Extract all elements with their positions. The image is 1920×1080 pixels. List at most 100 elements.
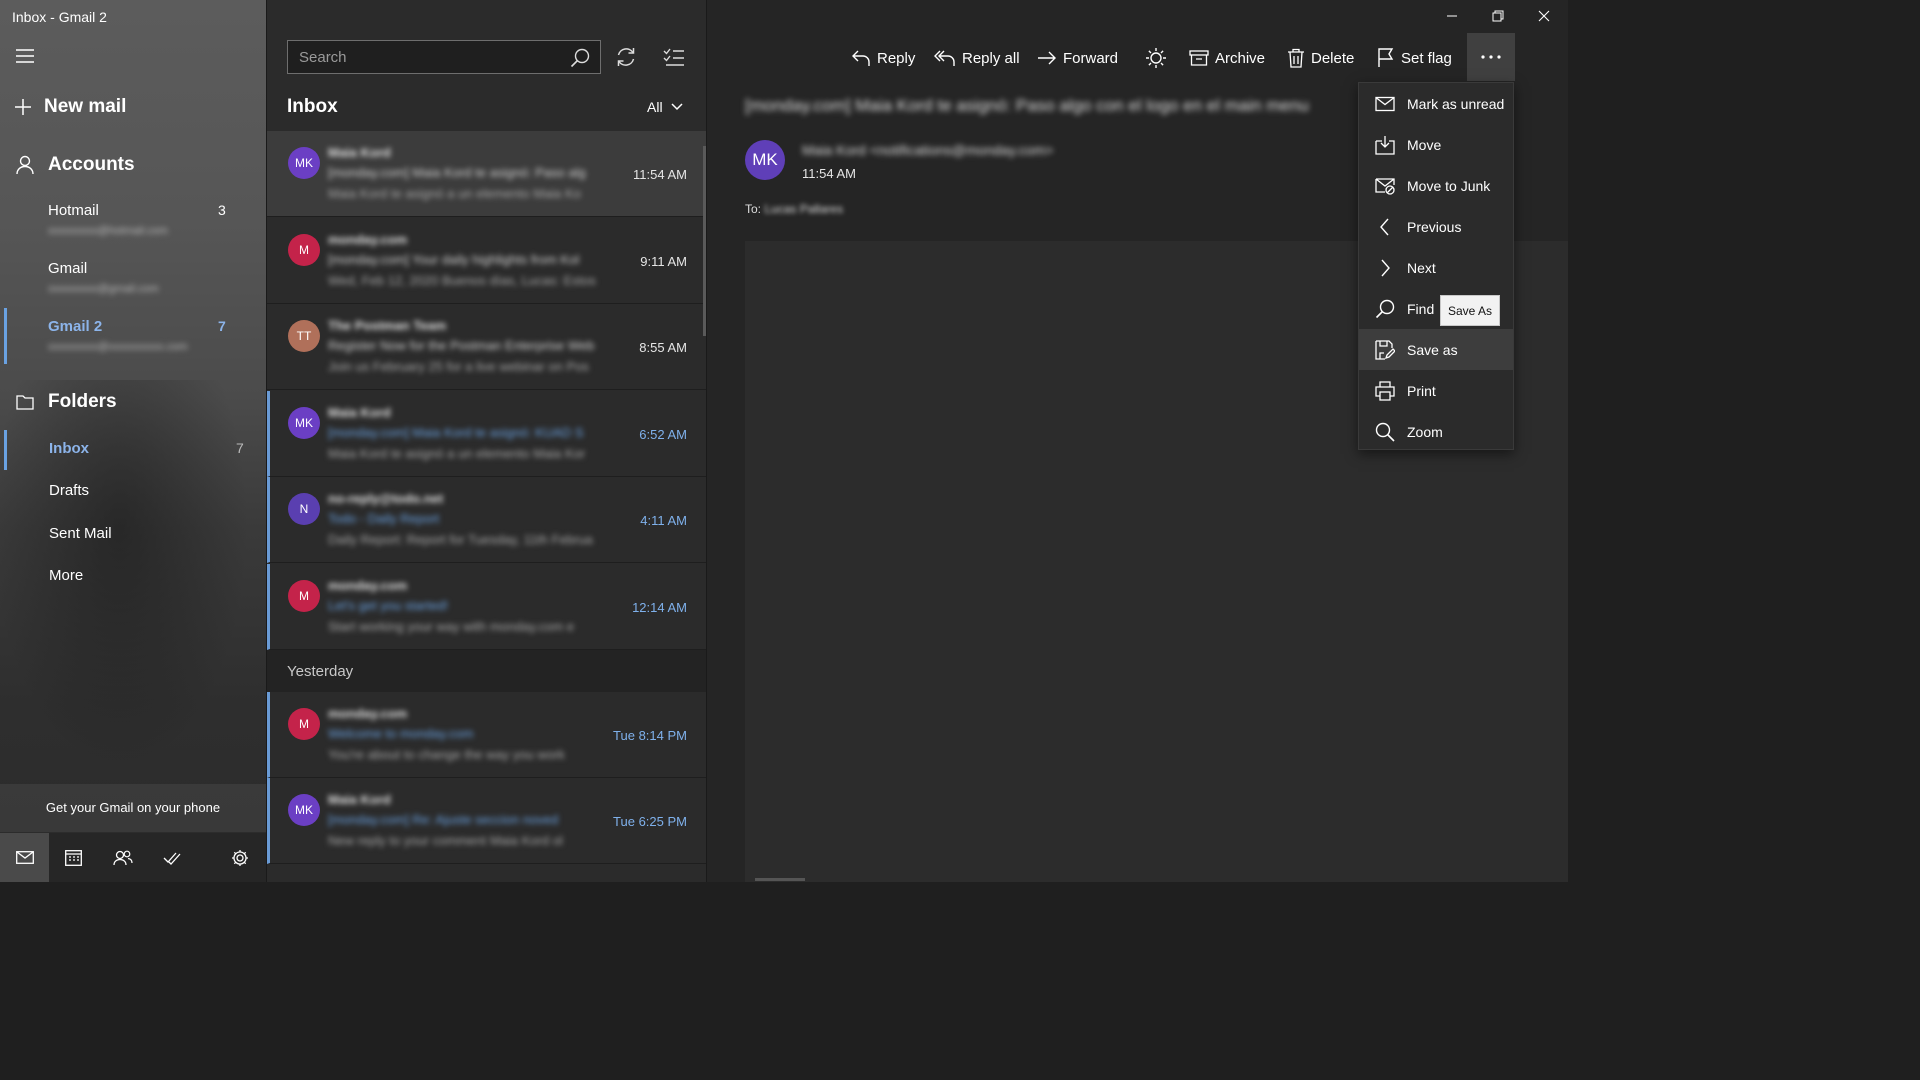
accounts-heading[interactable]: Accounts (16, 154, 135, 176)
message-preview: Start working your way with monday.com e (328, 619, 575, 634)
menu-item-mark-as-unread[interactable]: Mark as unread (1359, 83, 1513, 124)
avatar: TT (288, 320, 320, 352)
account-email: xxxxxxxxx@gmail.com (48, 283, 159, 295)
restore-icon[interactable] (1490, 8, 1506, 24)
menu-item-zoom[interactable]: Zoom (1359, 411, 1513, 452)
reply-all-label: Reply all (962, 49, 1020, 67)
message-item[interactable]: TT The Postman Team Register Now for the… (267, 304, 706, 390)
bottom-nav (0, 833, 266, 882)
sync-icon[interactable] (615, 46, 637, 68)
menu-item-print[interactable]: Print (1359, 370, 1513, 411)
message-subject: [monday.com] Re: Ajuste seccion noved (328, 812, 559, 827)
to-label: To: (745, 202, 762, 216)
message-time: 6:52 AM (639, 427, 687, 442)
message-sender: Maia Kord (328, 792, 391, 807)
forward-button[interactable]: Forward (1037, 43, 1118, 73)
message-timestamp: 11:54 AM (802, 166, 856, 181)
message-item[interactable]: M monday.com [monday.com] Your daily hig… (267, 218, 706, 304)
body-horizontal-scrollbar[interactable] (755, 878, 805, 881)
account-gmail[interactable]: Gmail xxxxxxxxx@gmail.com (0, 257, 266, 307)
reply-button[interactable]: Reply (851, 43, 915, 73)
new-mail-label: New mail (44, 96, 127, 117)
unread-count: 7 (218, 318, 226, 334)
avatar: MK (288, 794, 320, 826)
plus-icon (15, 99, 31, 115)
message-item[interactable]: N no-reply@todo.net Todo - Daily Report … (267, 477, 706, 563)
forward-label: Forward (1063, 49, 1119, 67)
more-dots-icon (1481, 55, 1501, 59)
unread-count: 7 (236, 440, 244, 456)
minimize-icon[interactable] (1444, 8, 1460, 24)
folder-sent-mail[interactable]: Sent Mail (0, 517, 266, 553)
folder-more[interactable]: More (0, 559, 266, 595)
message-item[interactable]: MK Maia Kord [monday.com] Re: Ajuste sec… (267, 778, 706, 864)
find-icon (1375, 299, 1395, 318)
avatar: N (288, 493, 320, 525)
message-sender: monday.com (328, 578, 408, 593)
sender-avatar[interactable]: MK (745, 140, 785, 180)
menu-item-move[interactable]: Move (1359, 124, 1513, 165)
menu-item-label: Next (1407, 259, 1436, 276)
message-item[interactable]: MK Maia Kord [monday.com] Maia Kord te a… (267, 391, 706, 477)
close-icon[interactable] (1536, 8, 1552, 24)
save-as-tooltip: Save As (1440, 295, 1500, 326)
calendar-icon[interactable] (49, 833, 98, 882)
search-input[interactable]: Search (287, 40, 601, 74)
reply-all-button[interactable]: Reply all (934, 43, 1020, 73)
unread-count: 3 (218, 202, 226, 218)
reply-icon (852, 50, 870, 66)
new-mail-button[interactable]: New mail (14, 92, 126, 122)
folder-inbox[interactable]: Inbox 7 (0, 432, 266, 468)
message-sender: no-reply@todo.net (328, 491, 444, 506)
message-sender: Maia Kord (328, 145, 391, 160)
chevron-right-icon (1381, 259, 1390, 276)
message-item[interactable]: MK Maia Kord [monday.com] Maia Kord te a… (267, 131, 706, 217)
account-hotmail[interactable]: Hotmail 3 xxxxxxxxx@hotmail.com (0, 199, 266, 249)
message-subject: [monday.com] Maia Kord te asignó: KUAD S (328, 425, 584, 440)
recipient-name[interactable]: Lucas Pallares (764, 202, 843, 216)
search-icon[interactable] (570, 48, 590, 68)
flag-icon (1378, 48, 1394, 67)
people-icon[interactable] (98, 833, 147, 882)
message-subject: Register Now for the Postman Enterprise … (328, 338, 595, 353)
menu-item-move-to-junk[interactable]: Move to Junk (1359, 165, 1513, 206)
message-item[interactable]: M monday.com Welcome to monday.com You'r… (267, 692, 706, 778)
account-name: Gmail 2 (48, 318, 103, 335)
date-group-header: Yesterday (267, 650, 706, 692)
archive-button[interactable]: Archive (1189, 43, 1265, 73)
avatar: MK (288, 147, 320, 179)
message-sender: The Postman Team (328, 318, 447, 333)
sidebar: Inbox - Gmail 2 New mail Accounts Hotmai… (0, 0, 266, 882)
menu-item-save-as[interactable]: Save as (1359, 329, 1513, 370)
avatar: M (288, 580, 320, 612)
folder-drafts[interactable]: Drafts (0, 474, 266, 510)
menu-item-label: Zoom (1407, 423, 1443, 440)
selection-mode-icon[interactable] (663, 46, 685, 68)
set-flag-button[interactable]: Set flag (1377, 43, 1452, 73)
delete-button[interactable]: Delete (1287, 43, 1354, 73)
folder-name: Sent Mail (49, 525, 112, 542)
more-actions-button[interactable] (1467, 33, 1515, 81)
settings-gear-icon[interactable] (215, 833, 264, 882)
reply-all-icon (934, 50, 955, 66)
menu-item-next[interactable]: Next (1359, 247, 1513, 288)
sender-name[interactable]: Maia Kord <notifications@monday.com> (802, 142, 1053, 158)
delete-label: Delete (1311, 49, 1355, 67)
trash-icon (1288, 48, 1304, 68)
get-gmail-on-phone-link[interactable]: Get your Gmail on your phone (0, 784, 266, 832)
filter-dropdown[interactable]: All (647, 99, 683, 115)
account-gmail-2[interactable]: Gmail 2 7 xxxxxxxxx@xxxxxxxxxx.com (0, 315, 266, 365)
avatar: M (288, 708, 320, 740)
mail-icon[interactable] (0, 833, 49, 882)
list-scrollbar[interactable] (703, 146, 706, 336)
todo-icon[interactable] (147, 833, 196, 882)
folder-icon (16, 395, 34, 410)
message-item[interactable]: M monday.com Let's get you started! Star… (267, 564, 706, 650)
hamburger-menu-icon[interactable] (16, 49, 34, 63)
theme-toggle-icon[interactable] (1145, 43, 1173, 73)
menu-item-previous[interactable]: Previous (1359, 206, 1513, 247)
message-preview: Join us February 25 for a live webinar o… (328, 359, 589, 374)
folder-name: Inbox (49, 440, 89, 457)
folders-heading[interactable]: Folders (16, 391, 117, 413)
account-email: xxxxxxxxx@xxxxxxxxxx.com (48, 341, 188, 353)
